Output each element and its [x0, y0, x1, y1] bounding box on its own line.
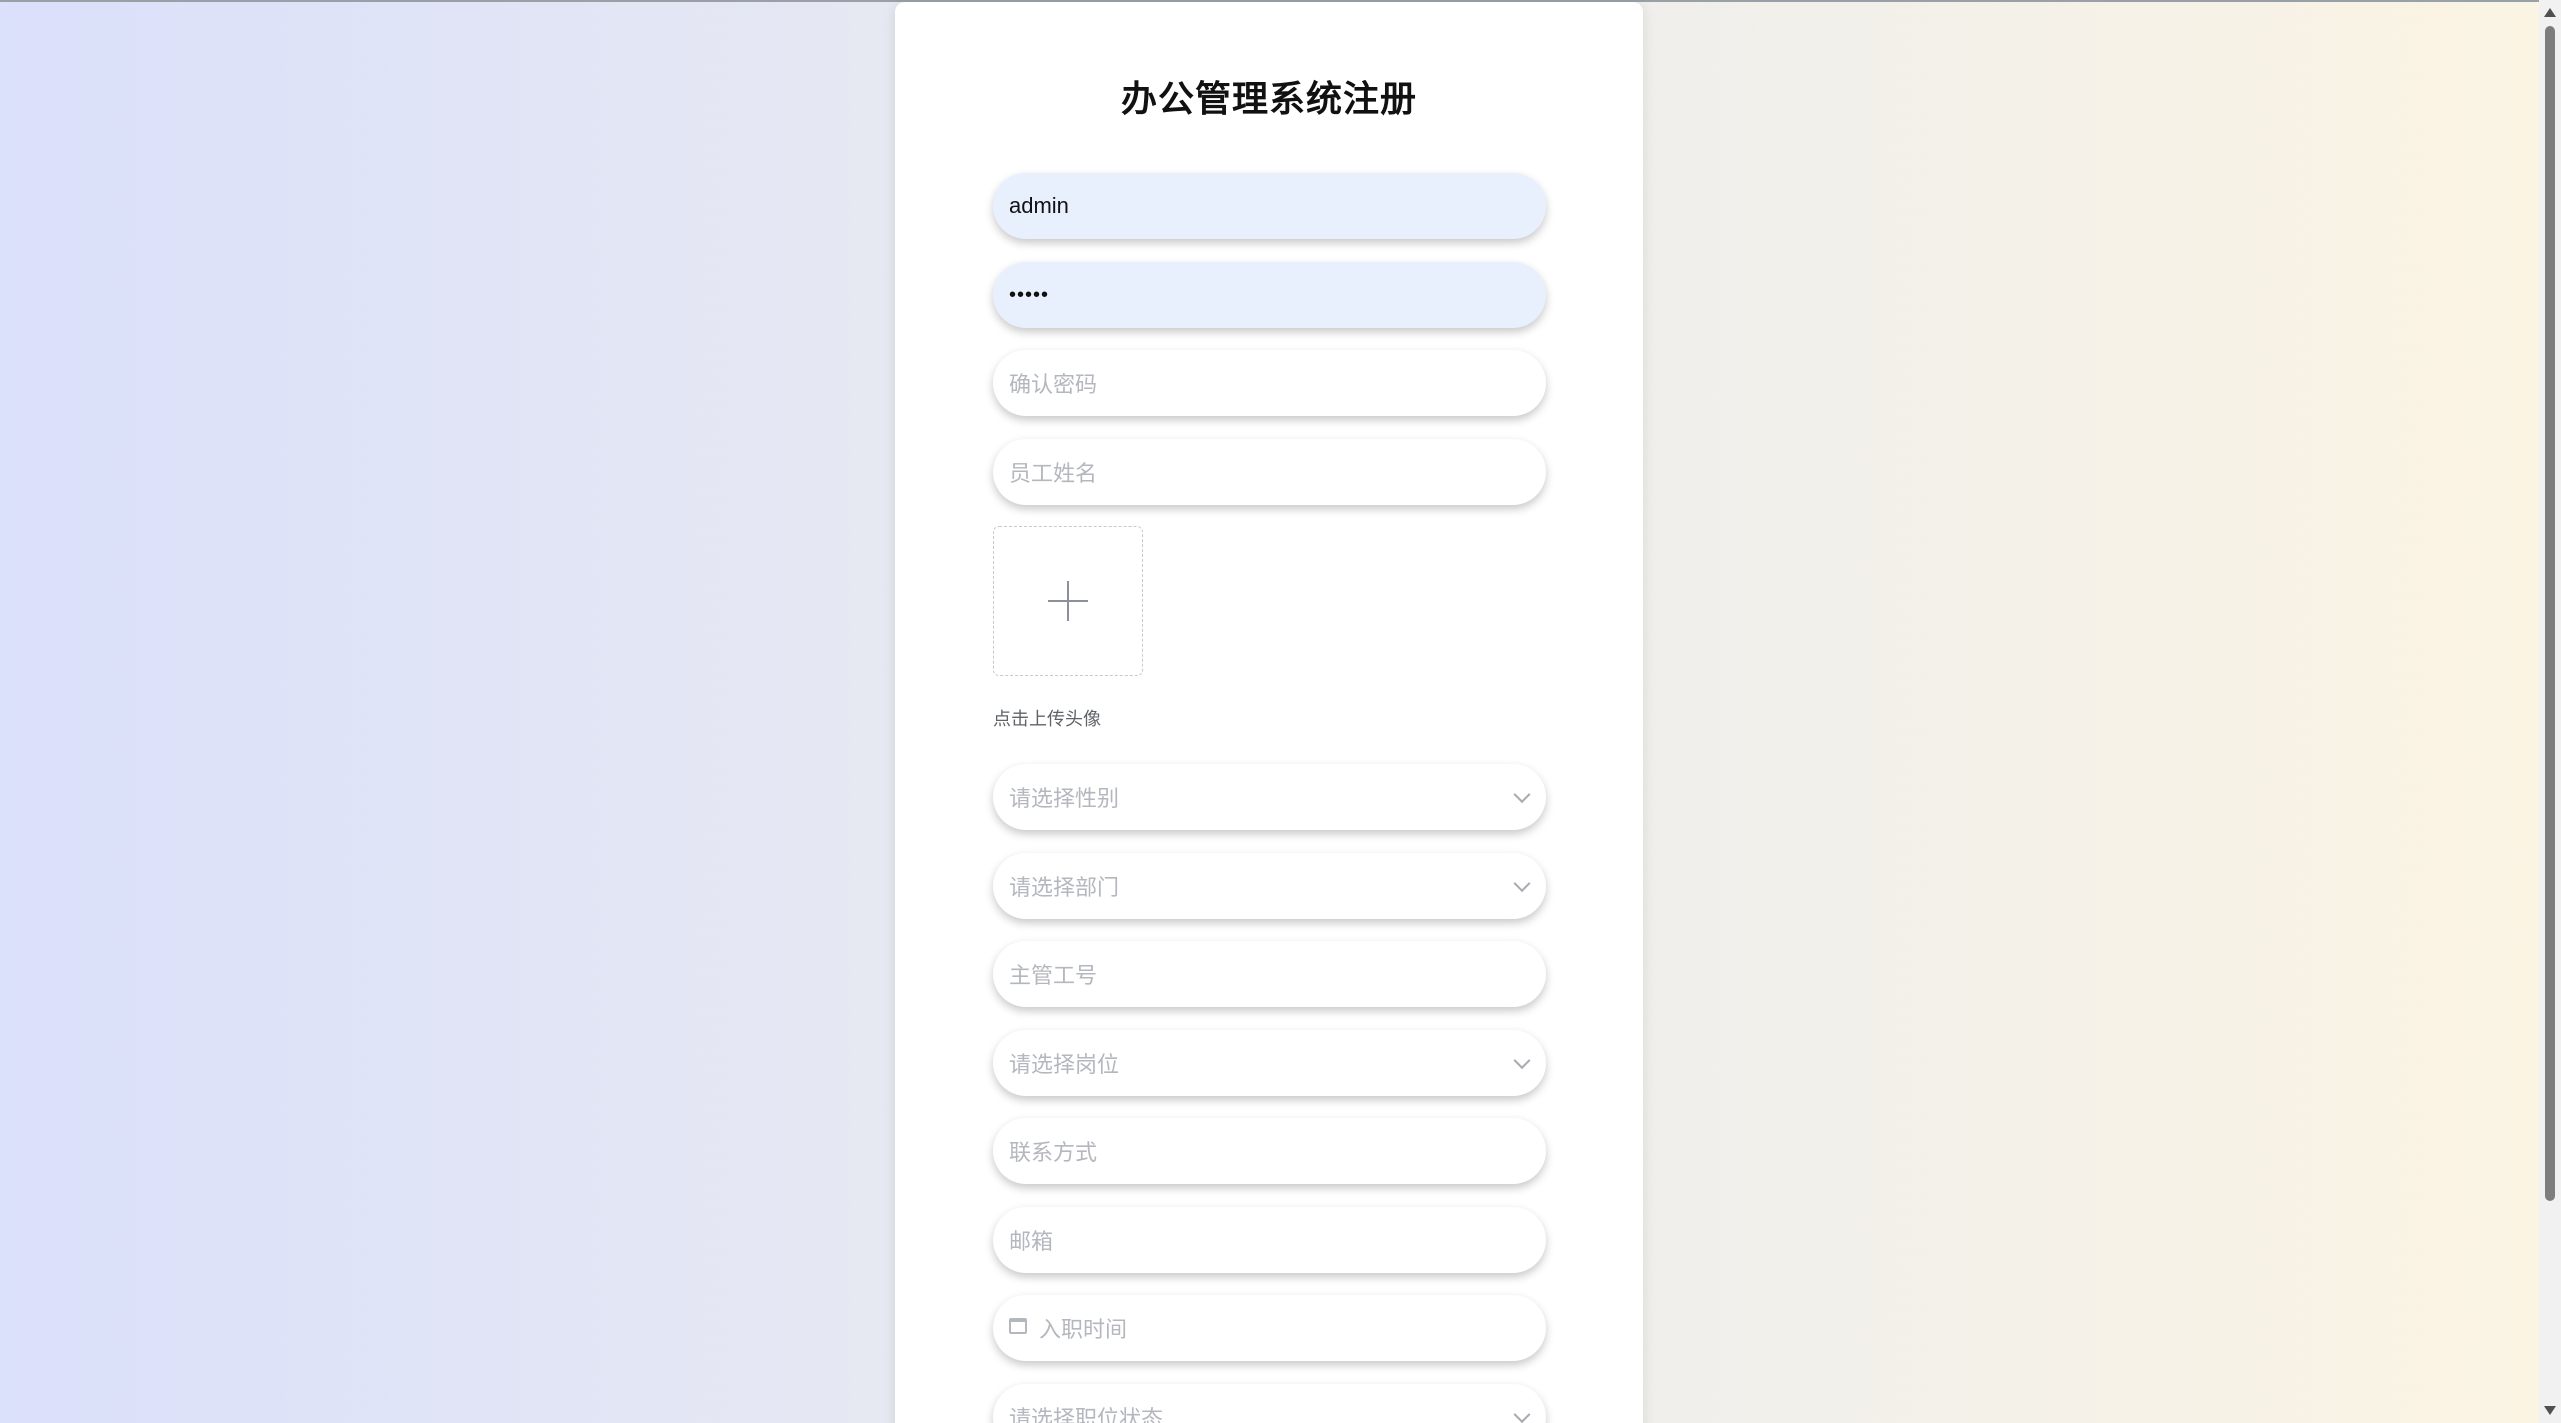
confirm-password-input[interactable]: 确认密码 [993, 350, 1546, 416]
username-value: admin [1009, 193, 1069, 218]
confirm-password-placeholder: 确认密码 [1009, 372, 1098, 397]
employee-name-placeholder: 员工姓名 [1009, 461, 1098, 486]
register-card: 办公管理系统注册 admin ••••• 确认密码 员工姓名 点击上传头像 请选… [895, 2, 1643, 1423]
password-input[interactable]: ••••• [993, 262, 1546, 328]
plus-icon [1048, 581, 1088, 621]
contact-input[interactable]: 联系方式 [993, 1118, 1546, 1184]
employee-name-input[interactable]: 员工姓名 [993, 439, 1546, 505]
page-scrollbar[interactable] [2539, 0, 2561, 1423]
avatar-upload-tip: 点击上传头像 [993, 709, 1101, 729]
supervisor-id-placeholder: 主管工号 [1009, 963, 1098, 988]
job-status-select[interactable]: 请选择职位状态 [993, 1384, 1546, 1423]
scroll-down-arrow-icon[interactable] [2544, 1406, 2556, 1415]
email-placeholder: 邮箱 [1009, 1229, 1054, 1254]
username-input[interactable]: admin [993, 173, 1546, 239]
hire-date-picker[interactable]: 入职时间 [993, 1295, 1546, 1361]
chevron-down-icon [1513, 1052, 1531, 1070]
department-select[interactable]: 请选择部门 [993, 853, 1546, 919]
position-select[interactable]: 请选择岗位 [993, 1030, 1546, 1096]
password-value: ••••• [1009, 283, 1050, 306]
job-status-placeholder: 请选择职位状态 [1009, 1406, 1164, 1423]
department-placeholder: 请选择部门 [1009, 875, 1120, 900]
chevron-down-icon [1513, 1406, 1531, 1423]
position-placeholder: 请选择岗位 [1009, 1052, 1120, 1077]
chevron-down-icon [1513, 786, 1531, 804]
calendar-icon [1009, 1318, 1027, 1334]
avatar-upload-button[interactable] [993, 526, 1143, 676]
supervisor-id-input[interactable]: 主管工号 [993, 941, 1546, 1007]
email-input[interactable]: 邮箱 [993, 1207, 1546, 1273]
chevron-down-icon [1513, 875, 1531, 893]
scrollbar-thumb[interactable] [2545, 26, 2555, 1201]
scroll-up-arrow-icon[interactable] [2544, 8, 2556, 17]
gender-select[interactable]: 请选择性别 [993, 764, 1546, 830]
contact-placeholder: 联系方式 [1009, 1140, 1098, 1165]
hire-date-placeholder: 入职时间 [1039, 1317, 1128, 1342]
page-title: 办公管理系统注册 [1120, 78, 1417, 119]
gender-placeholder: 请选择性别 [1009, 786, 1120, 811]
